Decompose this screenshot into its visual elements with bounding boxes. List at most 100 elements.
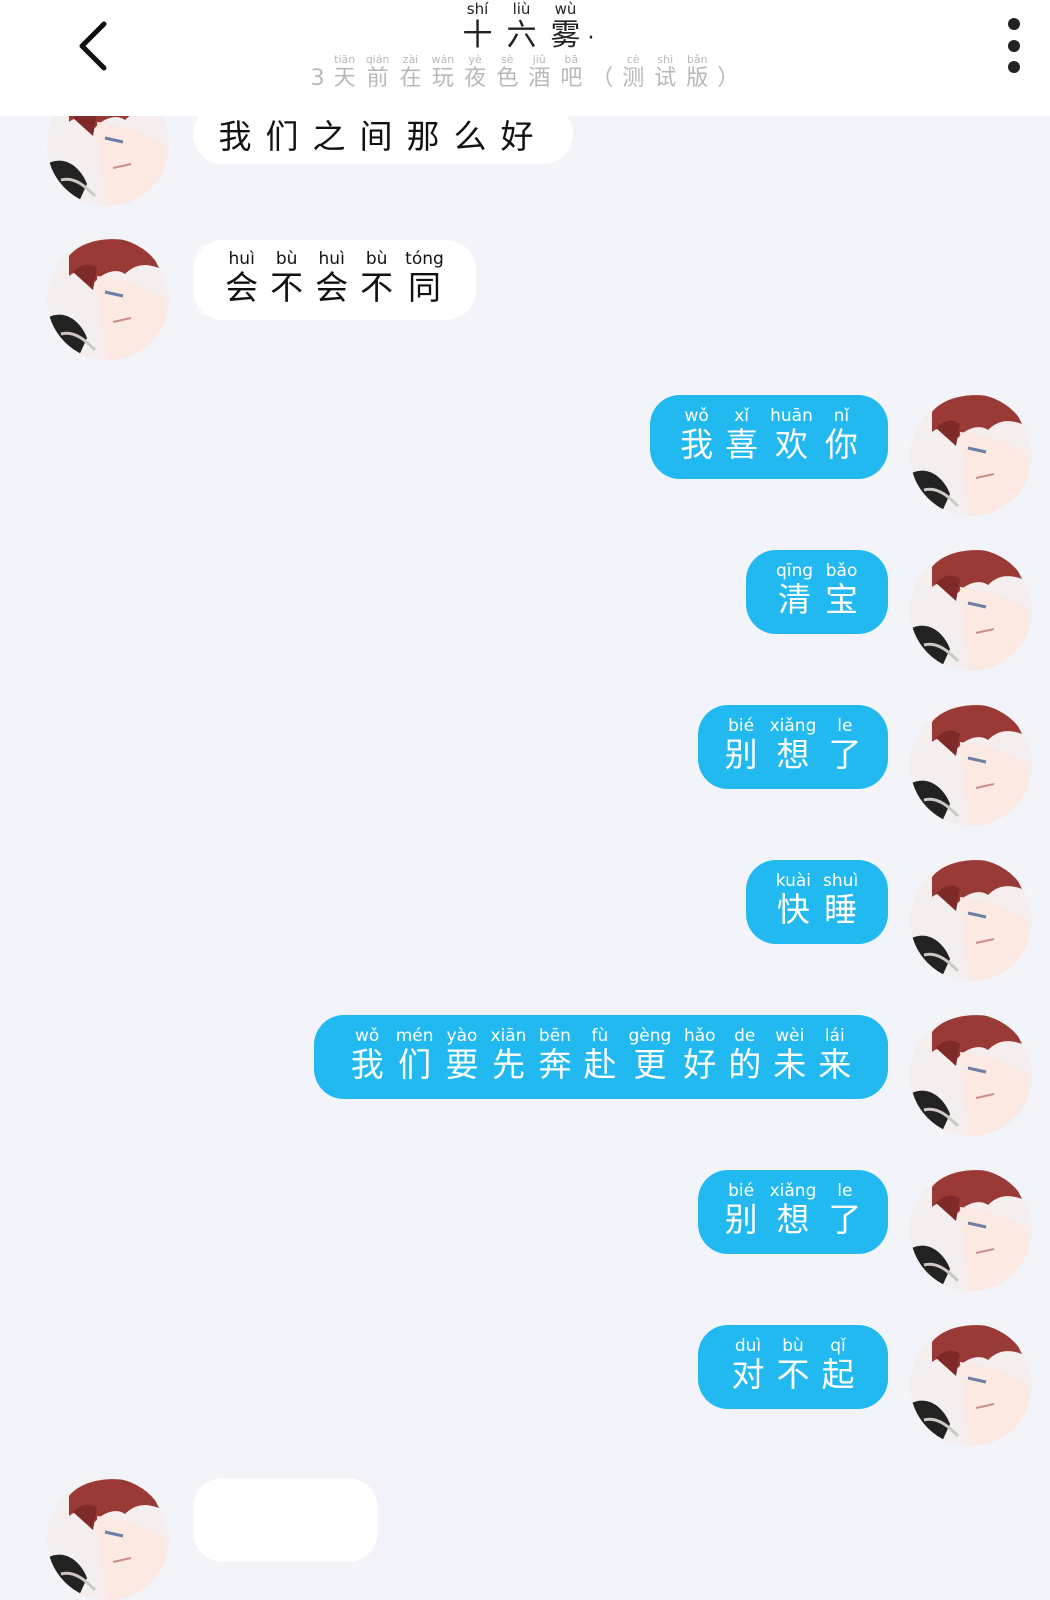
pinyin-char: 天tiān [334, 53, 356, 91]
hanzi: 欢 [770, 425, 813, 464]
hanzi: 不 [776, 1355, 810, 1394]
pinyin: kuài [775, 871, 812, 891]
pinyin: bié [724, 1181, 758, 1201]
pinyin-char: 同tóng [405, 249, 444, 307]
pinyin: jiǔ [528, 53, 551, 66]
pinyin-char: 睡shuì [823, 871, 858, 929]
pinyin-char: 先xiān [490, 1026, 526, 1084]
pinyin: tóng [405, 249, 444, 269]
hanzi: 奔 [538, 1045, 572, 1084]
my-avatar[interactable] [910, 1169, 1032, 1291]
outgoing-message[interactable]: 清qīng 宝bǎo [746, 550, 888, 634]
pinyin: lái [818, 1026, 852, 1046]
my-avatar[interactable] [910, 1324, 1032, 1446]
pinyin: huì [315, 249, 349, 269]
pinyin-char: 更gèng [628, 1026, 671, 1084]
pinyin-char: 别bié [725, 1181, 758, 1239]
pinyin: liù [506, 0, 537, 18]
hanzi: 好 [683, 1045, 717, 1084]
pinyin: bǎo [825, 561, 859, 581]
incoming-message[interactable] [193, 1478, 378, 1562]
hanzi: 来 [818, 1045, 852, 1084]
incoming-message[interactable]: 会huì不bù会huì不bù同tóng [193, 240, 476, 320]
hanzi: 试 [654, 66, 677, 91]
pinyin-char: 我wǒ [350, 1026, 384, 1084]
pinyin-char: 好hǎo [683, 1026, 717, 1084]
contact-avatar[interactable] [47, 1478, 169, 1600]
pinyin: bù [270, 249, 304, 269]
pinyin-char: 想xiǎng [769, 716, 817, 774]
hanzi: 喜 [725, 425, 759, 464]
pinyin: de [728, 1026, 762, 1046]
pinyin-char: 欢huān [770, 406, 813, 464]
pinyin-char: 想xiǎng [770, 1181, 817, 1239]
hanzi: 测 [622, 66, 645, 91]
message-text: 对duì 不bù 起qǐ [726, 1336, 861, 1396]
pinyin: sè [496, 53, 519, 66]
pinyin: huì [225, 249, 259, 269]
pinyin-char: 的de [728, 1026, 761, 1084]
pinyin-char: 酒jiǔ [528, 53, 551, 91]
hanzi: 了 [828, 1200, 862, 1239]
pinyin: zài [399, 53, 422, 66]
message-text: 我wǒ们mén要yào先xiān奔bēn赴fù更gèng好hǎo的de未wèi来… [345, 1026, 858, 1086]
hanzi: 了 [828, 735, 862, 774]
pinyin: xiān [490, 1026, 527, 1046]
outgoing-message[interactable]: 我wǒ 喜xǐ 欢huān 你nǐ [650, 395, 888, 479]
pinyin-char: 你nǐ [825, 406, 858, 464]
my-avatar[interactable] [910, 549, 1032, 671]
text-char: ） [717, 66, 740, 91]
outgoing-message[interactable]: 别bié 想xiǎng 了le [698, 1170, 888, 1254]
outgoing-message[interactable]: 我wǒ们mén要yào先xiān奔bēn赴fù更gèng好hǎo的de未wèi来… [314, 1015, 888, 1099]
pinyin-char: 来lái [818, 1026, 852, 1084]
pinyin-char: 会huì [225, 249, 259, 307]
pinyin: qǐ [821, 1336, 855, 1356]
hanzi: 我 [350, 1045, 384, 1084]
hanzi: 酒 [528, 66, 551, 91]
hanzi: 赴 [583, 1045, 617, 1084]
pinyin: wǒ [350, 1026, 384, 1046]
pinyin-char: 我wǒ [680, 406, 714, 464]
hanzi: 想 [769, 735, 817, 774]
contact-avatar[interactable] [47, 238, 169, 360]
more-options-button[interactable] [990, 16, 1038, 78]
pinyin: le [828, 716, 862, 736]
outgoing-message[interactable]: 别bié 想xiǎng 了le [698, 705, 888, 789]
title-suffix: · [587, 26, 595, 51]
pinyin: hǎo [683, 1026, 717, 1046]
pinyin-char: 对duì [732, 1336, 765, 1394]
pinyin: bù [776, 1336, 810, 1356]
message-text: 我wǒ 喜xǐ 欢huān 你nǐ [674, 406, 864, 466]
pinyin-char: 六liù [507, 0, 537, 53]
message-text: 别bié 想xiǎng 了le [719, 716, 868, 776]
pinyin-char: 要yào [445, 1026, 478, 1084]
chat-header: 十shí六liù雾wù· 3 天tiān前qián在zài玩wán夜yè色sè酒j… [0, 0, 1050, 116]
outgoing-message[interactable]: 快kuài 睡shuì [746, 860, 888, 944]
pinyin-char: 雾wù [551, 0, 581, 53]
pinyin-char: 们mén [396, 1026, 434, 1084]
hanzi: 我 [680, 425, 714, 464]
pinyin: fù [583, 1026, 617, 1046]
message-text: 快kuài 睡shuì [770, 871, 864, 931]
pinyin: nǐ [824, 406, 858, 426]
outgoing-message[interactable]: 对duì 不bù 起qǐ [698, 1325, 888, 1409]
hanzi: 十 [462, 18, 493, 53]
message-text: 别bié 想xiǎng 了le [719, 1181, 868, 1241]
my-avatar[interactable] [910, 859, 1032, 981]
my-avatar[interactable] [910, 394, 1032, 516]
hanzi: 宝 [825, 580, 859, 619]
pinyin-char: 十shí [462, 0, 493, 53]
hanzi: 会 [225, 268, 259, 307]
pinyin-char: 赴fù [583, 1026, 617, 1084]
my-avatar[interactable] [910, 704, 1032, 826]
hanzi: 玩 [431, 66, 455, 91]
pinyin-char: 喜xǐ [725, 406, 759, 464]
pinyin: xǐ [725, 406, 759, 426]
pinyin-char: 在zài [399, 53, 421, 91]
hanzi: 同 [405, 268, 444, 307]
pinyin: wù [550, 0, 581, 18]
pinyin-char: 试shì [654, 53, 677, 91]
pinyin: huān [770, 406, 813, 426]
my-avatar[interactable] [910, 1014, 1032, 1136]
pinyin-char: 别bié [725, 716, 758, 774]
